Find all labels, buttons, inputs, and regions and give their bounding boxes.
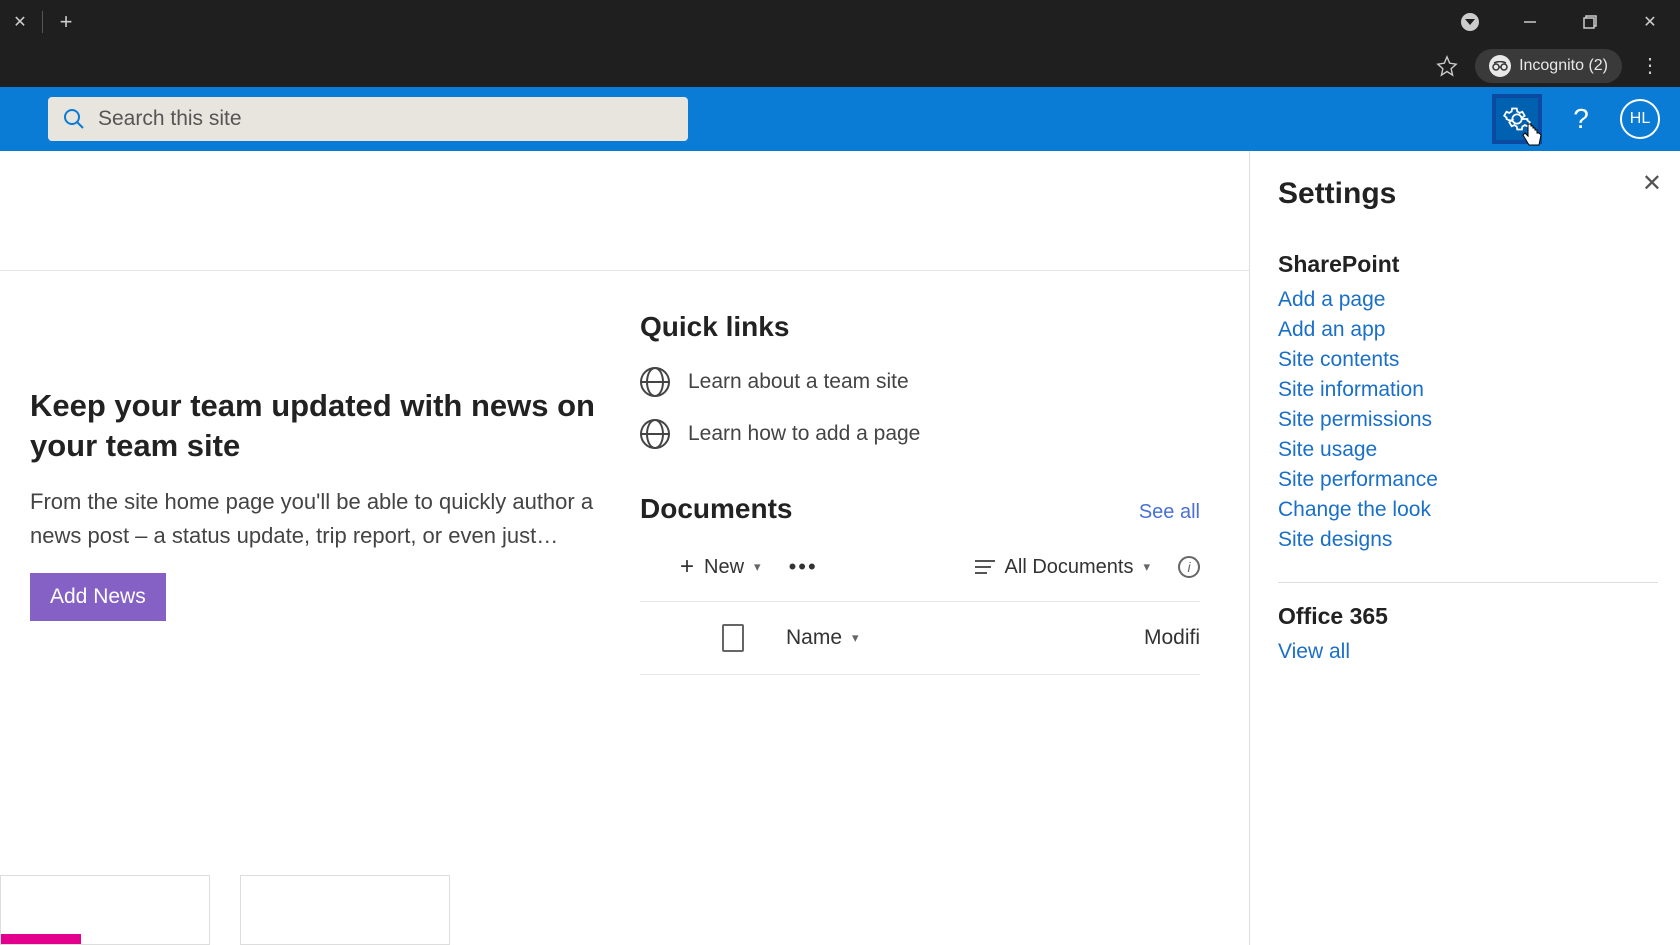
minimize-button[interactable] — [1500, 0, 1560, 44]
main-content: Keep your team updated with news on your… — [0, 151, 1250, 945]
chevron-down-icon: ▾ — [754, 559, 761, 575]
settings-title: Settings — [1278, 177, 1658, 211]
star-icon[interactable] — [1427, 46, 1467, 86]
settings-link-site-usage[interactable]: Site usage — [1278, 438, 1658, 462]
settings-button[interactable] — [1492, 94, 1542, 144]
sharepoint-header: ? HL — [0, 87, 1680, 151]
settings-section-sharepoint: SharePoint — [1278, 251, 1658, 278]
more-actions-button[interactable]: ••• — [789, 554, 818, 580]
quicklink-label: Learn how to add a page — [688, 422, 920, 446]
globe-icon — [640, 419, 670, 449]
settings-link-add-page[interactable]: Add a page — [1278, 288, 1658, 312]
settings-link-site-designs[interactable]: Site designs — [1278, 528, 1658, 552]
chevron-down-icon: ▾ — [1143, 559, 1150, 575]
settings-section-office365: Office 365 — [1278, 603, 1658, 630]
gear-icon — [1503, 105, 1531, 133]
incognito-indicator[interactable]: Incognito (2) — [1475, 49, 1622, 83]
settings-panel: ✕ Settings SharePoint Add a page Add an … — [1250, 151, 1680, 945]
browser-chrome: ✕ + ✕ Incognito (2) ⋮ — [0, 0, 1680, 87]
new-tab-button[interactable]: + — [51, 9, 81, 35]
close-panel-button[interactable]: ✕ — [1642, 169, 1662, 198]
incognito-label: Incognito (2) — [1519, 57, 1608, 75]
new-document-button[interactable]: + New ▾ — [680, 553, 761, 581]
view-selector[interactable]: All Documents ▾ — [975, 556, 1150, 579]
column-modified[interactable]: Modifi — [1144, 626, 1200, 650]
column-name[interactable]: Name ▾ — [786, 626, 859, 650]
settings-link-site-information[interactable]: Site information — [1278, 378, 1658, 402]
documents-heading: Documents — [640, 493, 792, 525]
add-news-button[interactable]: Add News — [30, 573, 166, 621]
settings-link-site-performance[interactable]: Site performance — [1278, 468, 1658, 492]
globe-icon — [640, 367, 670, 397]
search-input[interactable] — [98, 107, 674, 131]
news-heading: Keep your team updated with news on your… — [30, 386, 610, 467]
incognito-icon — [1489, 55, 1511, 77]
settings-link-site-contents[interactable]: Site contents — [1278, 348, 1658, 372]
content-card[interactable] — [0, 875, 210, 945]
profile-icon[interactable] — [1440, 0, 1500, 44]
quicklink-item[interactable]: Learn about a team site — [640, 367, 1200, 397]
news-body: From the site home page you'll be able t… — [30, 485, 610, 553]
content-card[interactable] — [240, 875, 450, 945]
tab-close-icon[interactable]: ✕ — [6, 12, 34, 32]
chevron-down-icon: ▾ — [852, 630, 859, 646]
info-icon: i — [1178, 556, 1200, 578]
plus-icon: + — [680, 553, 694, 581]
file-icon — [722, 624, 744, 652]
settings-link-add-app[interactable]: Add an app — [1278, 318, 1658, 342]
search-icon — [62, 107, 86, 131]
divider — [1278, 582, 1658, 583]
search-box[interactable] — [48, 97, 688, 141]
see-all-link[interactable]: See all — [1139, 501, 1200, 524]
info-button[interactable]: i — [1178, 556, 1200, 578]
documents-table-header: Name ▾ Modifi — [640, 602, 1200, 675]
maximize-button[interactable] — [1560, 0, 1620, 44]
settings-link-view-all[interactable]: View all — [1278, 640, 1658, 664]
ellipsis-icon: ••• — [789, 554, 818, 580]
settings-link-site-permissions[interactable]: Site permissions — [1278, 408, 1658, 432]
help-button[interactable]: ? — [1562, 103, 1600, 135]
close-window-button[interactable]: ✕ — [1620, 0, 1680, 44]
avatar[interactable]: HL — [1620, 99, 1660, 139]
quicklink-label: Learn about a team site — [688, 370, 909, 394]
quicklink-item[interactable]: Learn how to add a page — [640, 419, 1200, 449]
list-icon — [975, 559, 995, 575]
quicklinks-heading: Quick links — [640, 311, 1200, 343]
documents-toolbar: + New ▾ ••• All Documents ▾ i — [640, 541, 1200, 602]
settings-link-change-look[interactable]: Change the look — [1278, 498, 1658, 522]
browser-menu-icon[interactable]: ⋮ — [1630, 46, 1670, 86]
tab-separator — [42, 11, 43, 33]
